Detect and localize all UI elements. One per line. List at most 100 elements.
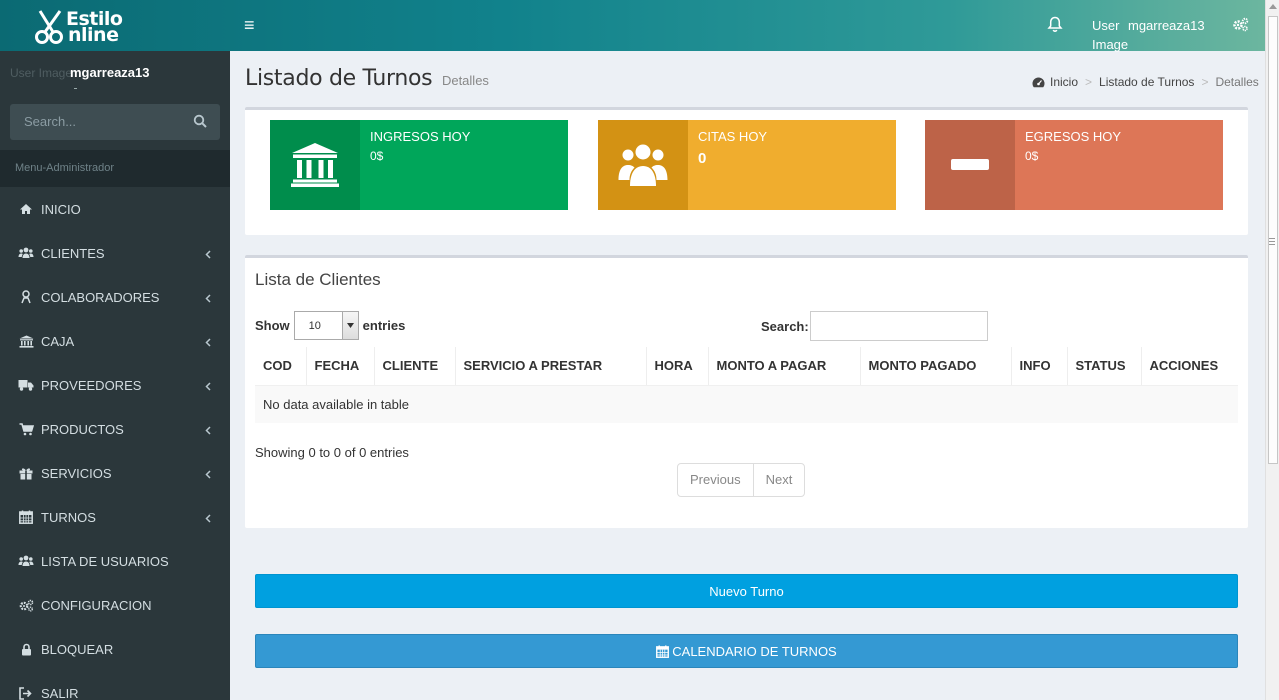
info-box-label: EGRESOS HOY bbox=[1025, 129, 1122, 144]
sidebar-item-servicios[interactable]: SERVICIOS bbox=[0, 451, 230, 495]
table-info: Showing 0 to 0 of 0 entries bbox=[255, 445, 409, 460]
stats-box: INGRESOS HOY 0$ CITAS HOY 0 EGRESOS HOY … bbox=[245, 107, 1248, 235]
column-header[interactable]: MONTO A PAGAR bbox=[708, 347, 861, 386]
chevron-left-icon bbox=[205, 379, 211, 394]
main-header: Estilo nline ≡ User Image mgarreaza13 bbox=[0, 0, 1265, 54]
sidebar-item-bloquear[interactable]: BLOQUEAR bbox=[0, 627, 230, 671]
info-box-value: 0$ bbox=[1025, 149, 1039, 163]
user-panel: User Image mgarreaza13 bbox=[0, 51, 230, 97]
logo-line-2: nline bbox=[68, 23, 119, 46]
info-box-value: 0 bbox=[698, 150, 707, 167]
cogs-icon bbox=[18, 598, 34, 612]
scrollbar-grip-icon bbox=[1269, 238, 1275, 245]
scroll-up-arrow-icon[interactable] bbox=[1269, 4, 1277, 9]
new-turn-button[interactable]: Nuevo Turno bbox=[255, 574, 1238, 608]
logo-mark: Estilo nline bbox=[34, 5, 134, 47]
calendar-icon bbox=[18, 510, 34, 524]
sidebar-username: mgarreaza13 bbox=[70, 65, 150, 80]
sidebar-item-colaboradores[interactable]: COLABORADORES bbox=[0, 275, 230, 319]
next-page-button[interactable]: Next bbox=[752, 464, 805, 496]
sidebar-item-configuracion[interactable]: CONFIGURACION bbox=[0, 583, 230, 627]
dashboard-icon bbox=[1032, 77, 1045, 88]
chevron-left-icon bbox=[205, 511, 211, 526]
chevron-left-icon bbox=[205, 423, 211, 438]
sidebar-user-avatar: User Image bbox=[10, 66, 73, 80]
search-icon[interactable] bbox=[193, 114, 207, 131]
truck-icon bbox=[18, 378, 34, 392]
gift-icon bbox=[18, 466, 34, 480]
breadcrumb-listado[interactable]: Listado de Turnos bbox=[1099, 75, 1194, 89]
sidebar-item-clientes[interactable]: CLIENTES bbox=[0, 231, 230, 275]
box-title: Lista de Clientes bbox=[255, 270, 381, 289]
entries-length-control: Show 10 entries bbox=[255, 311, 405, 340]
table-row: No data available in table bbox=[255, 385, 1238, 423]
menu-header: Menu-Administrador bbox=[0, 150, 230, 187]
user-avatar[interactable]: User Image bbox=[1092, 16, 1132, 54]
sidebar-item-proveedores[interactable]: PROVEEDORES bbox=[0, 363, 230, 407]
content-header: Listado de Turnos Detalles bbox=[245, 66, 489, 91]
female-icon bbox=[18, 290, 34, 304]
dropdown-arrow-icon bbox=[341, 312, 358, 339]
sidebar-item-inicio[interactable]: INICIO bbox=[0, 187, 230, 231]
bank-icon bbox=[18, 334, 34, 348]
table-search-input[interactable] bbox=[809, 311, 988, 341]
sidebar-item-caja[interactable]: CAJA bbox=[0, 319, 230, 363]
signout-icon bbox=[18, 686, 34, 700]
info-box-citas: CITAS HOY 0 bbox=[598, 120, 896, 210]
home-icon bbox=[18, 202, 34, 216]
page-subtitle: Detalles bbox=[441, 73, 489, 88]
sidebar-search-input[interactable]: Search... bbox=[10, 104, 220, 140]
calendar-button[interactable]: CALENDARIO DE TURNOS bbox=[255, 634, 1238, 668]
column-header[interactable]: STATUS bbox=[1067, 347, 1142, 386]
cart-icon bbox=[18, 422, 34, 436]
users-icon bbox=[598, 120, 688, 210]
column-header[interactable]: MONTO PAGADO bbox=[860, 347, 1012, 386]
entries-select[interactable]: 10 bbox=[293, 311, 359, 340]
info-box-egresos: EGRESOS HOY 0$ bbox=[925, 120, 1223, 210]
control-sidebar-cogs-icon[interactable] bbox=[1232, 17, 1249, 35]
page-scrollbar[interactable] bbox=[1265, 0, 1279, 700]
chevron-left-icon bbox=[205, 247, 211, 262]
pagination: Previous Next bbox=[677, 463, 806, 497]
previous-page-button[interactable]: Previous bbox=[678, 464, 753, 496]
column-header[interactable]: COD bbox=[255, 347, 307, 386]
chevron-left-icon bbox=[205, 291, 211, 306]
users-icon bbox=[18, 554, 34, 568]
calendar-icon bbox=[656, 644, 670, 658]
info-box-ingresos: INGRESOS HOY 0$ bbox=[270, 120, 568, 210]
user-menu[interactable]: mgarreaza13 bbox=[1128, 18, 1205, 33]
lock-icon bbox=[18, 642, 34, 656]
column-header[interactable]: HORA bbox=[646, 347, 709, 386]
info-box-value: 0$ bbox=[370, 149, 384, 163]
table-search: Search: bbox=[761, 311, 988, 341]
bank-icon bbox=[270, 120, 360, 210]
breadcrumb-inicio[interactable]: Inicio bbox=[1050, 75, 1078, 89]
chevron-left-icon bbox=[205, 335, 211, 350]
breadcrumb: Inicio > Listado de Turnos > Detalles bbox=[1032, 75, 1259, 89]
main-sidebar: User Image mgarreaza13 Search... Menu-Ad… bbox=[0, 51, 230, 700]
column-header[interactable]: ACCIONES bbox=[1141, 347, 1238, 386]
sidebar-menu: INICIO CLIENTES COLABORADORES CAJA PROVE… bbox=[0, 187, 230, 700]
column-header[interactable]: FECHA bbox=[306, 347, 375, 386]
turnos-table: COD FECHA CLIENTE SERVICIO A PRESTAR HOR… bbox=[255, 347, 1238, 423]
info-box-label: CITAS HOY bbox=[698, 129, 768, 144]
sidebar-toggle-button[interactable]: ≡ bbox=[244, 16, 255, 34]
minus-icon bbox=[925, 120, 1015, 210]
column-header[interactable]: CLIENTE bbox=[374, 347, 456, 386]
sidebar-item-productos[interactable]: PRODUCTOS bbox=[0, 407, 230, 451]
logo[interactable]: Estilo nline bbox=[0, 0, 230, 51]
clients-box: Lista de Clientes Show 10 entries Search… bbox=[245, 255, 1248, 528]
chevron-left-icon bbox=[205, 467, 211, 482]
column-header[interactable]: INFO bbox=[1011, 347, 1068, 386]
page-title: Listado de Turnos bbox=[245, 66, 433, 91]
info-box-label: INGRESOS HOY bbox=[370, 129, 471, 144]
sidebar-item-turnos[interactable]: TURNOS bbox=[0, 495, 230, 539]
sidebar-item-salir[interactable]: SALIR bbox=[0, 671, 230, 700]
users-icon bbox=[18, 246, 34, 260]
column-header[interactable]: SERVICIO A PRESTAR bbox=[455, 347, 647, 386]
sidebar-item-lista-de-usuarios[interactable]: LISTA DE USUARIOS bbox=[0, 539, 230, 583]
table-header-row: COD FECHA CLIENTE SERVICIO A PRESTAR HOR… bbox=[255, 347, 1238, 386]
breadcrumb-current: Detalles bbox=[1215, 75, 1259, 89]
empty-table-message: No data available in table bbox=[255, 385, 1238, 423]
notifications-bell-icon[interactable] bbox=[1047, 16, 1063, 36]
